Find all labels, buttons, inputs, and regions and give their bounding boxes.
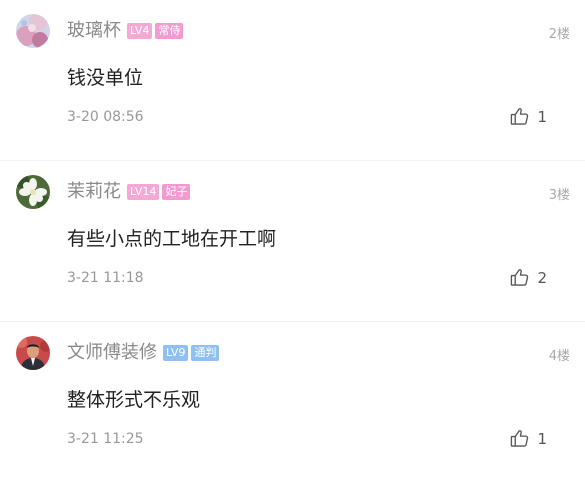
pink-blossom-avatar[interactable]: [16, 14, 50, 48]
thumbs-up-icon: [510, 268, 529, 287]
comment-text: 钱没单位: [67, 67, 144, 89]
comment-item: 文师傅装修 LV9 通判 4楼 整体形式不乐观 3-21 11:25 1: [0, 322, 585, 483]
like-button[interactable]: 1: [510, 107, 547, 126]
title-badge: 通判: [191, 345, 220, 361]
like-count: 1: [537, 107, 547, 126]
title-badge: 常侍: [155, 23, 184, 39]
floor-number: 2楼: [548, 27, 570, 42]
level-badge: LV9: [163, 345, 189, 361]
user-info-row: 玻璃杯 LV4 常侍: [67, 18, 184, 44]
floor-number: 3楼: [548, 188, 570, 203]
username[interactable]: 茉莉花: [67, 179, 121, 205]
comment-text: 有些小点的工地在开工啊: [67, 228, 277, 250]
username[interactable]: 玻璃杯: [67, 18, 121, 44]
like-count: 2: [537, 268, 547, 287]
level-badge: LV4: [127, 23, 153, 39]
man-portrait-avatar[interactable]: [16, 336, 50, 370]
comment-item: 玻璃杯 LV4 常侍 2楼 钱没单位 3-20 08:56 1: [0, 0, 585, 161]
thumbs-up-icon: [510, 107, 529, 126]
level-badge: LV14: [127, 184, 160, 200]
comment-time: 3-21 11:25: [67, 431, 144, 447]
like-button[interactable]: 2: [510, 268, 547, 287]
like-count: 1: [537, 429, 547, 448]
title-badge: 妃子: [162, 184, 191, 200]
comment-time: 3-20 08:56: [67, 109, 144, 125]
comment-time: 3-21 11:18: [67, 270, 144, 286]
comment-item: 茉莉花 LV14 妃子 3楼 有些小点的工地在开工啊 3-21 11:18 2: [0, 161, 585, 322]
username[interactable]: 文师傅装修: [67, 340, 157, 366]
thumbs-up-icon: [510, 429, 529, 448]
floor-number: 4楼: [548, 349, 570, 364]
user-info-row: 茉莉花 LV14 妃子: [67, 179, 191, 205]
white-flower-avatar[interactable]: [16, 175, 50, 209]
user-info-row: 文师傅装修 LV9 通判: [67, 340, 220, 366]
like-button[interactable]: 1: [510, 429, 547, 448]
comment-text: 整体形式不乐观: [67, 389, 201, 411]
